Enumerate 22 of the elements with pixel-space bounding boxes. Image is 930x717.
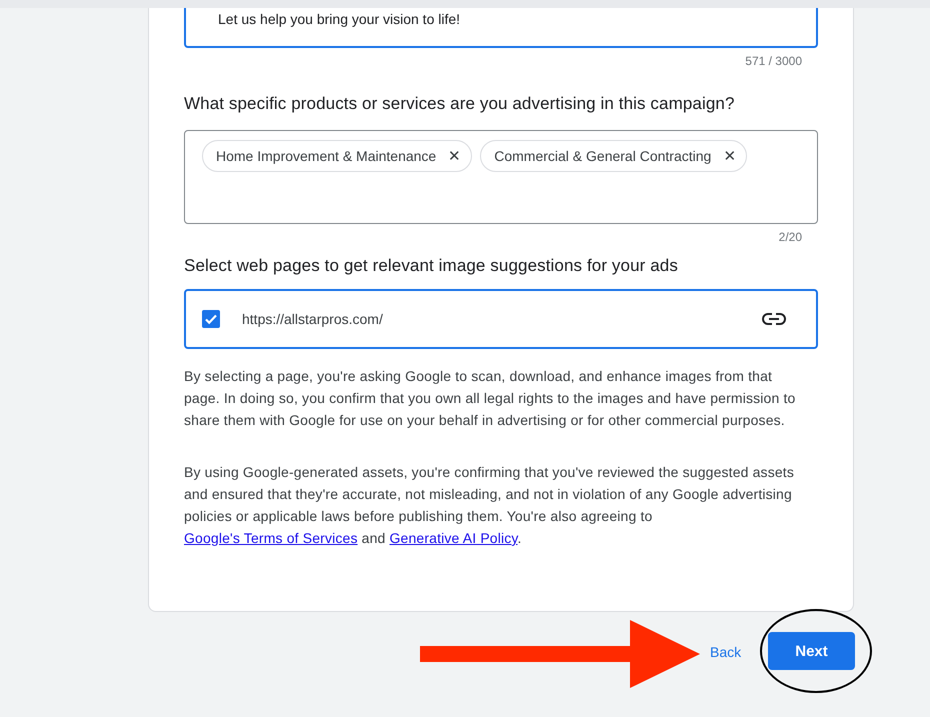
page-url: https://allstarpros.com/ xyxy=(242,311,384,327)
close-icon[interactable]: ✕ xyxy=(723,147,736,165)
web-page-row[interactable]: https://allstarpros.com/ xyxy=(184,289,818,349)
disclaimer-text: By selecting a page, you're asking Google to scan, download, and enhance images from that page. In doing so, you confirm that you own all legal rights to the images and have permission to share them with Google for use on your behalf in advertising or for other commercial purposes. xyxy=(184,367,796,430)
back-button[interactable]: Back xyxy=(700,638,752,666)
terms-link[interactable]: Google's Terms of Services xyxy=(184,530,358,546)
chip-label: Commercial & General Contracting xyxy=(494,148,712,164)
next-button[interactable]: Next xyxy=(768,632,855,670)
character-counter: 571 / 3000 xyxy=(744,53,803,68)
checkbox[interactable] xyxy=(202,310,220,328)
policy-link[interactable]: Generative AI Policy xyxy=(390,530,518,546)
link-icon[interactable] xyxy=(762,313,786,325)
chip-counter: 2/20 xyxy=(778,229,803,244)
section-heading: Select web pages to get relevant image suggestions for your ads xyxy=(184,256,679,276)
products-field[interactable]: Home Improvement & Maintenance ✕ Commercial & General Contracting ✕ xyxy=(184,130,818,224)
question-label: What specific products or services are you advertising in this campaign? xyxy=(184,94,736,114)
consent-text: By using Google-generated assets, you're confirming that you've reviewed the suggested assets and ensured that they're accurate, not misleading, and not in violation of any Google advertising policies or applicable laws before publishing them. You're also agreeing to Google's Terms of Services and Generative AI Policy. xyxy=(184,463,795,548)
product-chip[interactable]: Home Improvement & Maintenance ✕ xyxy=(202,140,472,172)
close-icon[interactable]: ✕ xyxy=(448,147,462,165)
chip-label: Home Improvement & Maintenance xyxy=(216,148,436,164)
description-field[interactable]: Let us help you bring your vision to life! xyxy=(184,8,818,48)
product-chip[interactable]: Commercial & General Contracting ✕ xyxy=(480,140,748,172)
